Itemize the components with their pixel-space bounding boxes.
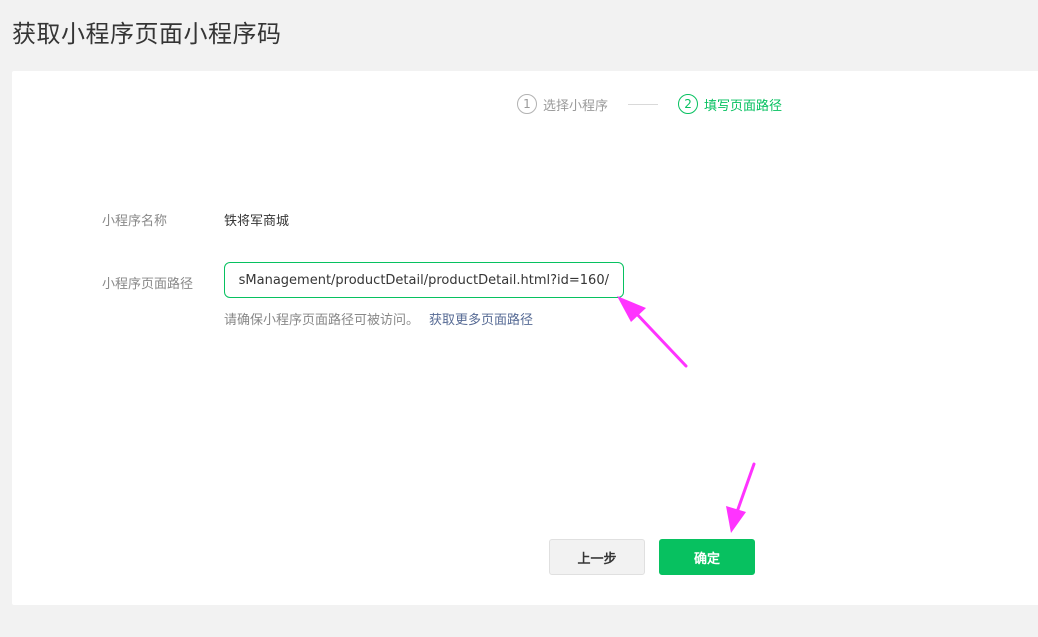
step-fill-path: 2 填写页面路径 <box>678 94 782 114</box>
main-panel: 1 选择小程序 2 填写页面路径 小程序名称 铁将军商城 小程序页面路径 请确保… <box>12 71 1038 605</box>
step-label-1: 选择小程序 <box>543 98 609 114</box>
previous-step-button[interactable]: 上一步 <box>549 539 645 575</box>
page-path-input[interactable] <box>224 262 624 298</box>
step-label-2: 填写页面路径 <box>704 98 783 114</box>
step-number-2: 2 <box>678 94 699 114</box>
page-path-label: 小程序页面路径 <box>102 277 194 292</box>
step-number-1: 1 <box>517 94 537 114</box>
miniprogram-name-value: 铁将军商城 <box>224 214 290 229</box>
step-divider <box>628 103 659 105</box>
more-page-paths-link[interactable]: 获取更多页面路径 <box>429 313 533 328</box>
confirm-button[interactable]: 确定 <box>659 539 755 575</box>
step-select-miniprogram: 1 选择小程序 <box>517 94 608 114</box>
path-hint: 请确保小程序页面路径可被访问。 获取更多页面路径 <box>224 309 533 328</box>
page-title: 获取小程序页面小程序码 <box>12 20 282 48</box>
miniprogram-name-label: 小程序名称 <box>102 214 168 229</box>
step-indicator: 1 选择小程序 2 填写页面路径 <box>517 93 782 115</box>
path-hint-text: 请确保小程序页面路径可被访问。 <box>224 313 420 328</box>
